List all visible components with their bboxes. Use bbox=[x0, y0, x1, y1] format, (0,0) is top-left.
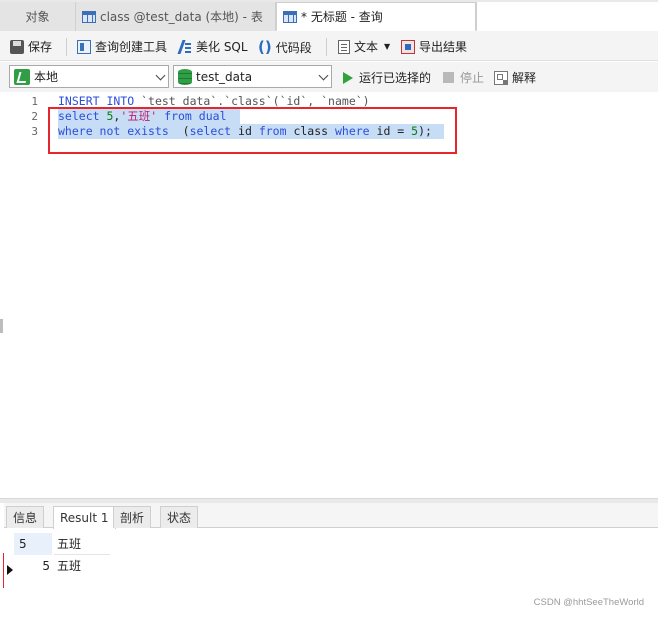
database-icon bbox=[178, 68, 192, 85]
explain-button[interactable]: 解释 bbox=[494, 69, 536, 86]
tab-objects[interactable]: 对象 bbox=[0, 2, 76, 31]
run-selected-label: 运行已选择的 bbox=[359, 71, 432, 85]
query-builder-label: 查询创建工具 bbox=[95, 40, 168, 54]
save-button[interactable]: 保存 bbox=[10, 38, 52, 55]
export-results-button[interactable]: 导出结果 bbox=[401, 38, 467, 55]
connection-value: 本地 bbox=[34, 70, 59, 84]
watermark: CSDN @hhtSeeTheWorld bbox=[533, 597, 644, 608]
toolbar-divider bbox=[326, 38, 327, 56]
chevron-down-icon bbox=[155, 70, 166, 81]
export-label: 导出结果 bbox=[419, 40, 468, 54]
stop-button[interactable]: 停止 bbox=[443, 69, 484, 86]
line-number: 3 bbox=[31, 125, 38, 138]
tab-class-table[interactable]: class @test_data (本地) - 表 bbox=[76, 2, 276, 31]
beautify-sql-button[interactable]: 美化 SQL bbox=[178, 38, 248, 55]
text-dropdown-button[interactable]: 文本 ▼ bbox=[338, 38, 390, 55]
export-icon bbox=[401, 39, 415, 54]
query-table-icon bbox=[283, 10, 297, 23]
query-builder-button[interactable]: 查询创建工具 bbox=[77, 38, 167, 55]
tab-info-label: 信息 bbox=[13, 511, 38, 525]
line-number: 1 bbox=[31, 95, 38, 108]
tab-profile-label: 剖析 bbox=[120, 511, 145, 525]
database-select[interactable]: test_data bbox=[173, 65, 332, 88]
table-icon bbox=[82, 10, 96, 23]
database-value: test_data bbox=[196, 69, 253, 84]
line-number-gutter: 1 2 3 bbox=[4, 93, 44, 498]
navicat-query-window: 对象 class @test_data (本地) - 表 * 无标题 - 查询 … bbox=[0, 0, 658, 617]
tab-result-1-label: Result 1 bbox=[60, 511, 109, 525]
line-number: 2 bbox=[31, 110, 38, 123]
tab-bar: 对象 class @test_data (本地) - 表 * 无标题 - 查询 bbox=[0, 0, 658, 31]
code-snippet-icon: () bbox=[258, 38, 272, 56]
result-tabs: 信息 Result 1 剖析 状态 bbox=[4, 503, 658, 529]
query-toolbar: 保存 查询创建工具 美化 SQL () 代码段 文本 ▼ 导出结果 bbox=[0, 31, 658, 61]
dropdown-arrow-icon: ▼ bbox=[384, 42, 391, 51]
chevron-down-icon bbox=[318, 70, 329, 81]
tab-profile[interactable]: 剖析 bbox=[113, 506, 152, 528]
play-icon bbox=[343, 71, 353, 84]
tab-result-1[interactable]: Result 1 bbox=[53, 506, 116, 529]
table-cell[interactable]: 5 bbox=[14, 555, 52, 577]
explain-icon bbox=[494, 70, 508, 85]
tab-info[interactable]: 信息 bbox=[6, 506, 45, 528]
tab-query-label: * 无标题 - 查询 bbox=[301, 10, 383, 24]
connection-select[interactable]: 本地 bbox=[9, 65, 169, 88]
beautify-icon bbox=[178, 40, 192, 54]
tab-status-label: 状态 bbox=[167, 511, 192, 525]
stop-label: 停止 bbox=[460, 71, 485, 85]
tab-status[interactable]: 状态 bbox=[160, 506, 199, 528]
save-label: 保存 bbox=[28, 40, 53, 54]
save-icon bbox=[10, 39, 24, 54]
connection-icon bbox=[14, 68, 30, 85]
code-snippet-label: 代码段 bbox=[275, 40, 312, 55]
query-builder-icon bbox=[77, 39, 91, 54]
beautify-label: 美化 SQL bbox=[196, 40, 248, 54]
table-cell[interactable]: 五班 bbox=[54, 555, 110, 577]
run-selected-button[interactable]: 运行已选择的 bbox=[343, 69, 431, 86]
toolbar-divider bbox=[66, 38, 67, 56]
explain-label: 解释 bbox=[512, 71, 537, 85]
tab-class-label: class @test_data (本地) - 表 bbox=[100, 10, 263, 24]
stop-icon bbox=[443, 72, 454, 83]
editor-margin-marker bbox=[0, 319, 3, 333]
column-header-id[interactable]: 5 bbox=[14, 533, 52, 555]
text-doc-icon bbox=[338, 39, 350, 54]
tab-untitled-query[interactable]: * 无标题 - 查询 bbox=[276, 2, 476, 31]
tab-objects-label: 对象 bbox=[25, 10, 50, 24]
connection-bar: 本地 test_data 运行已选择的 停止 解释 bbox=[0, 62, 658, 92]
current-row-icon bbox=[7, 565, 13, 575]
code-snippet-button[interactable]: () 代码段 bbox=[258, 38, 312, 56]
column-header-name[interactable]: 五班 bbox=[54, 533, 110, 555]
text-label: 文本 bbox=[354, 40, 379, 54]
annotation-box-query bbox=[48, 107, 457, 154]
tab-bar-empty bbox=[476, 2, 658, 31]
